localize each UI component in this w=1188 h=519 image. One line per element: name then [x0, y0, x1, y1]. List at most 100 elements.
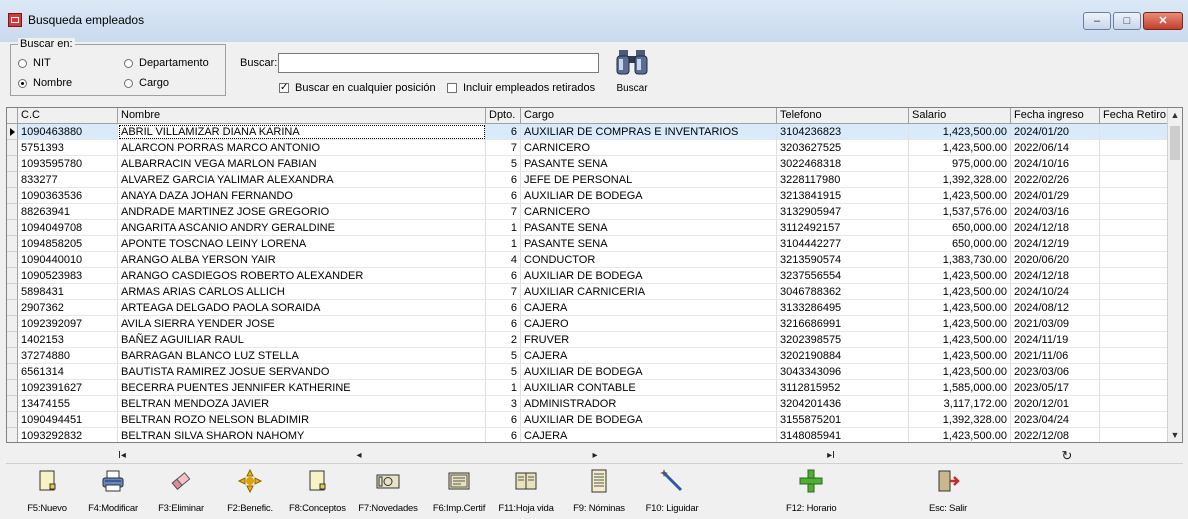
table-cell[interactable]: 1,537,576.00 [909, 204, 1011, 220]
table-cell[interactable] [1100, 380, 1169, 396]
table-cell[interactable] [1100, 140, 1169, 156]
table-cell[interactable]: 2022/06/14 [1011, 140, 1100, 156]
table-cell[interactable]: 3112815952 [777, 380, 909, 396]
table-cell[interactable]: 6 [486, 316, 521, 332]
table-cell[interactable]: AUXILIAR CONTABLE [521, 380, 777, 396]
toolbar-button[interactable]: F12: Horario [786, 466, 837, 516]
table-cell[interactable]: 3202398575 [777, 332, 909, 348]
table-cell[interactable]: 2024/12/18 [1011, 220, 1100, 236]
table-cell[interactable]: 1,423,500.00 [909, 284, 1011, 300]
table-cell[interactable]: 6 [486, 188, 521, 204]
table-cell[interactable]: 3228117980 [777, 172, 909, 188]
table-cell[interactable]: CARNICERO [521, 140, 777, 156]
table-cell[interactable] [1100, 364, 1169, 380]
table-cell[interactable]: 7 [486, 140, 521, 156]
nav-refresh-icon[interactable]: ↻ [1057, 449, 1077, 463]
table-row[interactable]: 1093595780 ALBARRACIN VEGA MARLON FABIAN 5… [7, 156, 1169, 172]
table-cell[interactable]: 3132905947 [777, 204, 909, 220]
table-cell[interactable]: AVILA SIERRA YENDER JOSE [118, 316, 486, 332]
table-cell[interactable]: 88263941 [18, 204, 118, 220]
scroll-thumb[interactable] [1170, 126, 1180, 160]
table-row[interactable]: 1090363536 ANAYA DAZA JOHAN FERNANDO 6 AUXI… [7, 188, 1169, 204]
table-cell[interactable]: 3155875201 [777, 412, 909, 428]
table-cell[interactable]: 3046788362 [777, 284, 909, 300]
table-row[interactable]: 1092392097 AVILA SIERRA YENDER JOSE 6 CAJER… [7, 316, 1169, 332]
table-cell[interactable] [1100, 412, 1169, 428]
check-any-position[interactable]: ✓ Buscar en cualquier posición [279, 82, 436, 94]
table-cell[interactable] [1100, 156, 1169, 172]
table-cell[interactable]: 13474155 [18, 396, 118, 412]
table-cell[interactable]: ABRIL VILLAMIZAR DIANA KARINA [118, 124, 486, 140]
table-cell[interactable]: 1,423,500.00 [909, 428, 1011, 442]
table-cell[interactable]: 650,000.00 [909, 236, 1011, 252]
column-header[interactable]: C.C [18, 108, 118, 123]
table-row[interactable]: 1090440010 ARANGO ALBA YERSON YAIR 4 CONDUC… [7, 252, 1169, 268]
radio-nombre[interactable]: Nombre [18, 77, 72, 89]
table-cell[interactable]: PASANTE SENA [521, 156, 777, 172]
table-cell[interactable]: 2024/01/20 [1011, 124, 1100, 140]
table-cell[interactable]: 3043343096 [777, 364, 909, 380]
table-cell[interactable]: 1,423,500.00 [909, 188, 1011, 204]
table-cell[interactable] [1100, 204, 1169, 220]
toolbar-button[interactable]: Esc: Salir [926, 466, 970, 516]
table-cell[interactable] [1100, 268, 1169, 284]
table-cell[interactable]: 1094049708 [18, 220, 118, 236]
table-cell[interactable]: 2023/03/06 [1011, 364, 1100, 380]
toolbar-button[interactable]: F8:Conceptos [289, 466, 346, 516]
table-cell[interactable]: ANGARITA ASCANIO ANDRY GERALDINE [118, 220, 486, 236]
table-cell[interactable] [1100, 332, 1169, 348]
table-cell[interactable]: AUXILIAR DE COMPRAS E INVENTARIOS [521, 124, 777, 140]
nav-last-icon[interactable]: ▸I [821, 449, 841, 463]
table-cell[interactable]: ARANGO CASDIEGOS ROBERTO ALEXANDER [118, 268, 486, 284]
table-cell[interactable]: BARRAGAN BLANCO LUZ STELLA [118, 348, 486, 364]
table-cell[interactable]: AUXILIAR CARNICERIA [521, 284, 777, 300]
table-cell[interactable]: 2024/12/18 [1011, 268, 1100, 284]
table-cell[interactable]: 5 [486, 364, 521, 380]
table-cell[interactable]: ALVAREZ GARCIA YALIMAR ALEXANDRA [118, 172, 486, 188]
table-cell[interactable]: 2024/01/29 [1011, 188, 1100, 204]
table-cell[interactable]: CARNICERO [521, 204, 777, 220]
table-cell[interactable]: ANDRADE MARTINEZ JOSE GREGORIO [118, 204, 486, 220]
scroll-up-icon[interactable]: ▲ [1168, 108, 1182, 122]
table-cell[interactable]: 1402153 [18, 332, 118, 348]
table-cell[interactable]: CONDUCTOR [521, 252, 777, 268]
table-cell[interactable] [1100, 172, 1169, 188]
table-cell[interactable] [1100, 348, 1169, 364]
table-cell[interactable]: ARANGO ALBA YERSON YAIR [118, 252, 486, 268]
table-cell[interactable]: 3216686991 [777, 316, 909, 332]
table-cell[interactable] [1100, 396, 1169, 412]
table-cell[interactable]: 1,423,500.00 [909, 332, 1011, 348]
table-cell[interactable] [1100, 124, 1169, 140]
employees-grid[interactable]: C.C Nombre Dpto. Cargo Telefono Salario Fecha … [6, 107, 1183, 443]
table-cell[interactable]: 1,423,500.00 [909, 124, 1011, 140]
table-cell[interactable]: 1090463880 [18, 124, 118, 140]
table-cell[interactable]: 5751393 [18, 140, 118, 156]
table-cell[interactable]: 833277 [18, 172, 118, 188]
table-cell[interactable]: PASANTE SENA [521, 220, 777, 236]
toolbar-button[interactable]: F9: Nóminas [571, 466, 627, 516]
table-cell[interactable]: 1093595780 [18, 156, 118, 172]
toolbar-button[interactable]: F10: Liguidar [643, 466, 701, 516]
toolbar-button[interactable]: F3:Eliminar [156, 466, 206, 516]
nav-first-icon[interactable]: I◂ [112, 449, 132, 463]
table-cell[interactable]: 3133286495 [777, 300, 909, 316]
table-cell[interactable]: BELTRAN SILVA SHARON NAHOMY [118, 428, 486, 442]
table-cell[interactable]: 2022/12/08 [1011, 428, 1100, 442]
table-cell[interactable]: 3213841915 [777, 188, 909, 204]
table-row[interactable]: 6561314 BAUTISTA RAMIREZ JOSUE SERVANDO 5 A… [7, 364, 1169, 380]
table-row[interactable]: 5751393 ALARCON PORRAS MARCO ANTONIO 7 CARN… [7, 140, 1169, 156]
table-cell[interactable]: 2024/03/16 [1011, 204, 1100, 220]
table-cell[interactable]: 2022/02/26 [1011, 172, 1100, 188]
table-cell[interactable]: 6 [486, 124, 521, 140]
table-cell[interactable]: 6 [486, 412, 521, 428]
table-cell[interactable]: ADMINISTRADOR [521, 396, 777, 412]
table-cell[interactable]: 6 [486, 268, 521, 284]
table-cell[interactable]: 1,423,500.00 [909, 348, 1011, 364]
nav-prior-icon[interactable]: ◂ [349, 449, 369, 463]
table-cell[interactable]: 3202190884 [777, 348, 909, 364]
table-cell[interactable]: PASANTE SENA [521, 236, 777, 252]
table-cell[interactable]: 3,117,172.00 [909, 396, 1011, 412]
table-cell[interactable]: 1092391627 [18, 380, 118, 396]
table-row[interactable]: 1402153 BAÑEZ AGUILIAR RAUL 2 FRUVER 3202398… [7, 332, 1169, 348]
table-cell[interactable]: AUXILIAR DE BODEGA [521, 188, 777, 204]
